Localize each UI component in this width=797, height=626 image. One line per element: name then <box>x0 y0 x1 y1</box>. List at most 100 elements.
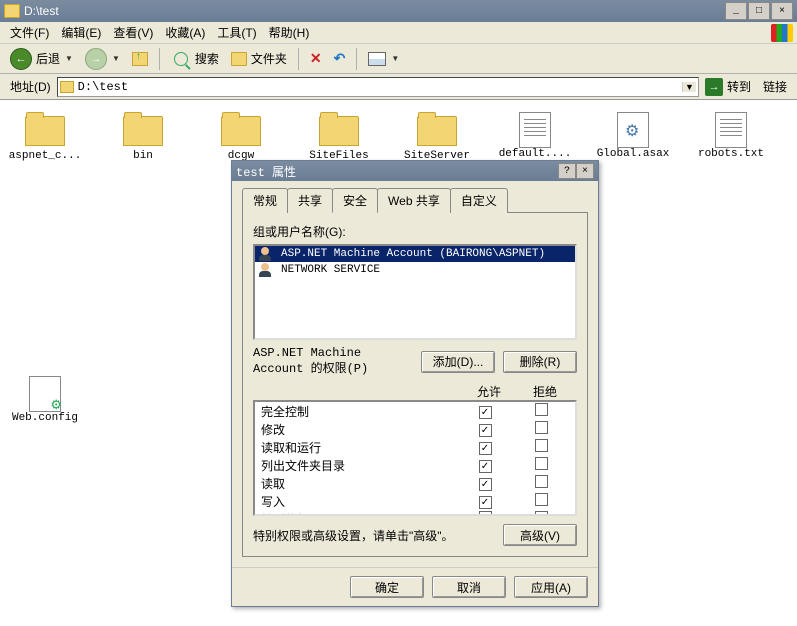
deny-checkbox[interactable] <box>535 403 548 416</box>
up-button[interactable] <box>128 47 152 71</box>
ok-button[interactable]: 确定 <box>350 576 424 598</box>
dialog-help-button[interactable]: ? <box>558 163 576 179</box>
file-label: robots.txt <box>694 148 768 161</box>
tab-security[interactable]: 安全 <box>332 188 378 213</box>
folder-icon <box>4 4 20 18</box>
views-icon <box>368 52 386 66</box>
remove-button[interactable]: 删除(R) <box>503 351 577 373</box>
menubar: 文件(F) 编辑(E) 查看(V) 收藏(A) 工具(T) 帮助(H) <box>0 22 797 44</box>
up-icon <box>132 52 148 66</box>
allow-checkbox[interactable]: ✓ <box>479 442 492 455</box>
deny-checkbox[interactable] <box>535 493 548 506</box>
user-row[interactable]: ASP.NET Machine Account (BAIRONG\ASPNET) <box>255 246 575 262</box>
views-button[interactable]: ▼ <box>364 47 403 71</box>
file-item[interactable]: Web.config <box>8 376 82 425</box>
folder-icon <box>221 116 261 146</box>
menu-favorites[interactable]: 收藏(A) <box>159 22 211 43</box>
folders-label: 文件夹 <box>251 50 287 67</box>
back-dropdown-icon: ▼ <box>65 54 73 63</box>
tab-customize[interactable]: 自定义 <box>450 188 508 213</box>
permission-name: 特别的权限 <box>261 511 457 517</box>
allow-checkbox[interactable]: ✓ <box>479 460 492 473</box>
advanced-button[interactable]: 高级(V) <box>503 524 577 546</box>
allow-checkbox[interactable] <box>479 511 492 516</box>
text-file-icon <box>715 112 747 148</box>
allow-checkbox[interactable]: ✓ <box>479 496 492 509</box>
windows-flag-icon <box>771 24 793 42</box>
cancel-button[interactable]: 取消 <box>432 576 506 598</box>
security-panel: 组或用户名称(G): ASP.NET Machine Account (BAIR… <box>242 213 588 557</box>
go-arrow-icon: → <box>705 78 723 96</box>
file-item[interactable]: SiteFiles <box>302 112 376 163</box>
menu-view[interactable]: 查看(V) <box>107 22 159 43</box>
file-item[interactable]: aspnet_c... <box>8 112 82 163</box>
permission-row: 读取✓ <box>255 474 575 492</box>
menu-file[interactable]: 文件(F) <box>4 22 55 43</box>
user-icon <box>259 247 275 261</box>
menu-tools[interactable]: 工具(T) <box>211 22 262 43</box>
dialog-close-button[interactable]: × <box>576 163 594 179</box>
apply-button[interactable]: 应用(A) <box>514 576 588 598</box>
groups-label: 组或用户名称(G): <box>253 223 577 240</box>
permission-row: 完全控制 ✓ <box>255 402 575 420</box>
back-arrow-icon: ← <box>10 48 32 70</box>
back-label: 后退 <box>36 50 60 67</box>
file-label: aspnet_c... <box>8 150 82 163</box>
tab-sharing[interactable]: 共享 <box>287 188 333 213</box>
folder-icon <box>417 116 457 146</box>
special-permissions-label: 特别权限或高级设置，请单击"高级"。 <box>253 527 503 544</box>
allow-checkbox[interactable]: ✓ <box>479 406 492 419</box>
allow-checkbox[interactable]: ✓ <box>479 478 492 491</box>
file-item[interactable]: SiteServer <box>400 112 474 163</box>
deny-checkbox[interactable] <box>535 457 548 470</box>
deny-checkbox[interactable] <box>535 421 548 434</box>
users-listbox[interactable]: ASP.NET Machine Account (BAIRONG\ASPNET)… <box>253 244 577 340</box>
search-button[interactable]: 搜索 <box>167 47 223 71</box>
menu-help[interactable]: 帮助(H) <box>263 22 316 43</box>
folders-icon <box>231 52 247 66</box>
toolbar: ← 后退 ▼ → ▼ 搜索 文件夹 ✕ ↶ ▼ <box>0 44 797 74</box>
deny-checkbox[interactable] <box>535 475 548 488</box>
deny-column-header: 拒绝 <box>517 383 573 400</box>
dialog-titlebar[interactable]: test 属性 ? × <box>232 161 598 181</box>
forward-button[interactable]: → ▼ <box>81 47 124 71</box>
address-input[interactable]: D:\test ▼ <box>57 77 699 97</box>
separator <box>159 48 160 70</box>
deny-checkbox[interactable] <box>535 439 548 452</box>
file-item[interactable]: default.... <box>498 112 572 161</box>
delete-button[interactable]: ✕ <box>306 47 326 71</box>
permission-name: 列出文件夹目录 <box>261 457 457 474</box>
minimize-button[interactable]: _ <box>725 2 747 20</box>
properties-dialog: test 属性 ? × 常规 共享 安全 Web 共享 自定义 组或用户名称(G… <box>231 160 599 607</box>
address-bar: 地址(D) D:\test ▼ → 转到 链接 <box>0 74 797 100</box>
go-button[interactable]: → 转到 <box>699 76 757 98</box>
permission-row: 读取和运行✓ <box>255 438 575 456</box>
tab-general[interactable]: 常规 <box>242 188 288 213</box>
window-titlebar: D:\test _ □ × <box>0 0 797 22</box>
dialog-button-row: 确定 取消 应用(A) <box>232 567 598 606</box>
address-dropdown-icon[interactable]: ▼ <box>682 82 696 92</box>
menu-edit[interactable]: 编辑(E) <box>55 22 107 43</box>
back-button[interactable]: ← 后退 ▼ <box>6 47 77 71</box>
add-button[interactable]: 添加(D)... <box>421 351 495 373</box>
allow-checkbox[interactable]: ✓ <box>479 424 492 437</box>
file-item[interactable]: robots.txt <box>694 112 768 161</box>
permissions-listbox[interactable]: 完全控制✓修改✓读取和运行✓列出文件夹目录✓读取✓写入✓特别的权限 <box>253 400 577 516</box>
folders-button[interactable]: 文件夹 <box>227 47 291 71</box>
undo-button[interactable]: ↶ <box>330 47 350 71</box>
asax-file-icon <box>617 112 649 148</box>
tab-websharing[interactable]: Web 共享 <box>377 188 451 213</box>
user-row[interactable]: NETWORK SERVICE <box>255 262 575 278</box>
close-button[interactable]: × <box>771 2 793 20</box>
deny-checkbox[interactable] <box>535 511 548 516</box>
folder-icon <box>25 116 65 146</box>
maximize-button[interactable]: □ <box>748 2 770 20</box>
file-item[interactable]: Global.asax <box>596 112 670 161</box>
links-label[interactable]: 链接 <box>757 78 793 95</box>
permission-name: 完全控制 <box>261 403 457 420</box>
permission-row: 列出文件夹目录 ✓ <box>255 456 575 474</box>
forward-dropdown-icon: ▼ <box>112 54 120 63</box>
permission-row: 修改✓ <box>255 420 575 438</box>
file-item[interactable]: dcgw <box>204 112 278 163</box>
file-item[interactable]: bin <box>106 112 180 163</box>
